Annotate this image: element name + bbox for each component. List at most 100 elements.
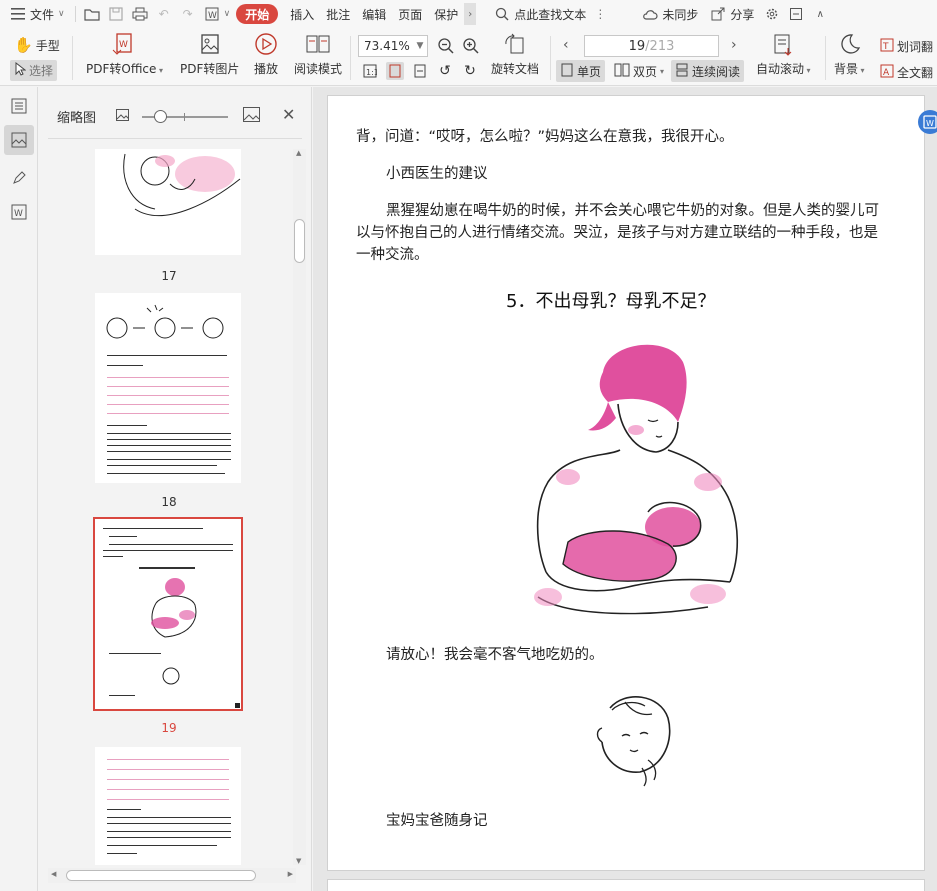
memo-heading: 宝妈宝爸随身记: [386, 813, 488, 829]
more-tabs-arrow[interactable]: ›: [464, 3, 477, 25]
thumbnail-page-20[interactable]: [95, 747, 241, 865]
scroll-down-icon[interactable]: ▼: [296, 857, 301, 865]
chevron-down-icon[interactable]: ∨: [224, 9, 231, 19]
hand-tool[interactable]: ✋ 手型: [14, 36, 60, 54]
search-box[interactable]: 点此查找文本 ⋮: [484, 0, 612, 28]
page-number-input[interactable]: 19 /213: [584, 35, 719, 57]
thumbnail-horizontal-scrollbar[interactable]: ◀ ▶: [48, 868, 296, 883]
file-menu[interactable]: 文件 ∨: [0, 0, 71, 28]
svg-text:T: T: [882, 42, 889, 52]
full-translate-button[interactable]: A 全文翻: [880, 64, 933, 81]
svg-text:1:1: 1:1: [366, 68, 377, 77]
ruled-line: [107, 386, 229, 387]
tab-annotate[interactable]: 批注: [320, 0, 356, 28]
save-icon[interactable]: [108, 6, 124, 22]
fit-page-icon[interactable]: [386, 62, 404, 80]
word-translate-button[interactable]: T 划词翻: [880, 38, 933, 55]
tab-home[interactable]: 开始: [236, 4, 279, 24]
large-image-icon[interactable]: [243, 107, 260, 125]
document-view[interactable]: 背，问道：“哎呀，怎么啦？”妈妈这么在意我，我很开心。 小西医生的建议 黑猩猩幼…: [313, 87, 937, 891]
background-button[interactable]: 背景 ▾: [834, 32, 865, 77]
page-total: /213: [645, 38, 675, 54]
rotate-left-icon[interactable]: ↺: [436, 62, 454, 80]
restore-window-icon[interactable]: [788, 6, 804, 22]
play-button[interactable]: 播放: [253, 32, 279, 77]
divider: [48, 138, 302, 139]
rotate-document-button[interactable]: 旋转文档: [491, 32, 539, 77]
gear-icon[interactable]: [764, 6, 780, 22]
hand-icon: ✋: [14, 36, 33, 54]
slider-knob[interactable]: [154, 110, 167, 123]
zoom-in-icon[interactable]: [462, 37, 480, 58]
select-tool[interactable]: 选择: [10, 60, 58, 81]
scrollbar-thumb[interactable]: [294, 219, 305, 263]
text-line: [109, 544, 233, 545]
double-page-label: 双页: [633, 64, 658, 79]
floating-convert-button[interactable]: W: [918, 110, 937, 134]
fit-width-icon[interactable]: [411, 62, 429, 80]
rotate-document-label: 旋转文档: [491, 62, 540, 76]
next-page-icon[interactable]: ›: [731, 37, 737, 53]
pdf-to-image-button[interactable]: PDF转图片: [180, 32, 239, 77]
prev-page-icon[interactable]: ‹: [563, 37, 569, 53]
thumbnail-icon[interactable]: [4, 125, 34, 155]
mother-thumbnail: [151, 578, 197, 638]
more-icon[interactable]: ⋮: [594, 7, 606, 21]
scroll-left-icon[interactable]: ◀: [51, 870, 56, 878]
annotation-icon[interactable]: [4, 163, 34, 193]
auto-scroll-icon: [770, 32, 796, 58]
paragraph-4: 请放心！我会毫不客气地吃奶的。: [386, 647, 604, 663]
tab-edit[interactable]: 编辑: [356, 0, 392, 28]
hand-label: 手型: [35, 38, 60, 53]
convert-icon[interactable]: W: [204, 6, 220, 22]
thumbnail-size-slider[interactable]: [142, 110, 228, 123]
close-icon[interactable]: ✕: [282, 105, 295, 124]
sync-status[interactable]: 未同步: [632, 0, 704, 28]
share-button[interactable]: 分享: [704, 0, 760, 28]
thumbnail-panel: 缩略图 ✕ 17 18 19 ▲ ▼ ◀ ▶: [38, 87, 312, 891]
ruled-line: [107, 769, 229, 770]
auto-scroll-button[interactable]: 自动滚动 ▾: [756, 32, 811, 77]
scroll-right-icon[interactable]: ▶: [288, 870, 293, 878]
open-folder-icon[interactable]: [84, 6, 100, 22]
text-line: [107, 439, 231, 440]
pdf-to-image-label: PDF转图片: [180, 62, 240, 76]
zoom-select[interactable]: 73.41% ▼: [358, 35, 428, 57]
actual-size-icon[interactable]: 1:1: [361, 62, 379, 80]
text-line: [107, 853, 137, 854]
text-line: [107, 459, 231, 460]
tab-protect[interactable]: 保护: [428, 0, 464, 28]
read-mode-button[interactable]: 阅读模式: [294, 32, 342, 77]
text-line: [107, 809, 141, 810]
redo-icon[interactable]: ↷: [180, 6, 196, 22]
thumbnail-page-17[interactable]: [95, 149, 241, 255]
single-page-button[interactable]: 单页: [556, 60, 606, 82]
pdf-to-office-button[interactable]: W PDF转Office ▾: [86, 32, 163, 77]
thumbnail-page-19[interactable]: [93, 517, 243, 711]
chevron-up-icon[interactable]: ∧: [812, 6, 828, 22]
zoom-out-icon[interactable]: [437, 37, 455, 58]
thumbnail-page-18[interactable]: [95, 293, 241, 483]
text-line: [109, 536, 137, 537]
double-page-button[interactable]: 双页 ▾: [610, 60, 668, 82]
paragraph-3-line-2: 以与怀抱自己的人进行情绪交流。哭泣，是孩子与对方建立联结的一种手段，也是: [356, 225, 878, 241]
outline-icon[interactable]: [4, 91, 34, 121]
scroll-up-icon[interactable]: ▲: [296, 149, 301, 157]
text-line: [107, 831, 231, 832]
rotate-right-icon[interactable]: ↻: [461, 62, 479, 80]
text-line: [103, 528, 203, 529]
left-icon-strip: W: [0, 87, 38, 891]
print-icon[interactable]: [132, 6, 148, 22]
scrollbar-thumb[interactable]: [66, 870, 256, 881]
continuous-reading-button[interactable]: 连续阅读: [671, 60, 745, 82]
tab-page[interactable]: 页面: [392, 0, 428, 28]
tab-insert[interactable]: 插入: [284, 0, 320, 28]
search-icon: [494, 6, 510, 22]
attachment-icon[interactable]: W: [4, 197, 34, 227]
thumbnail-vertical-scrollbar[interactable]: ▲ ▼: [293, 149, 306, 865]
corner-marker: [235, 703, 240, 708]
undo-icon[interactable]: ↶: [156, 6, 172, 22]
small-image-icon[interactable]: [116, 109, 130, 124]
ruled-line: [107, 779, 229, 780]
divider: [72, 36, 73, 80]
